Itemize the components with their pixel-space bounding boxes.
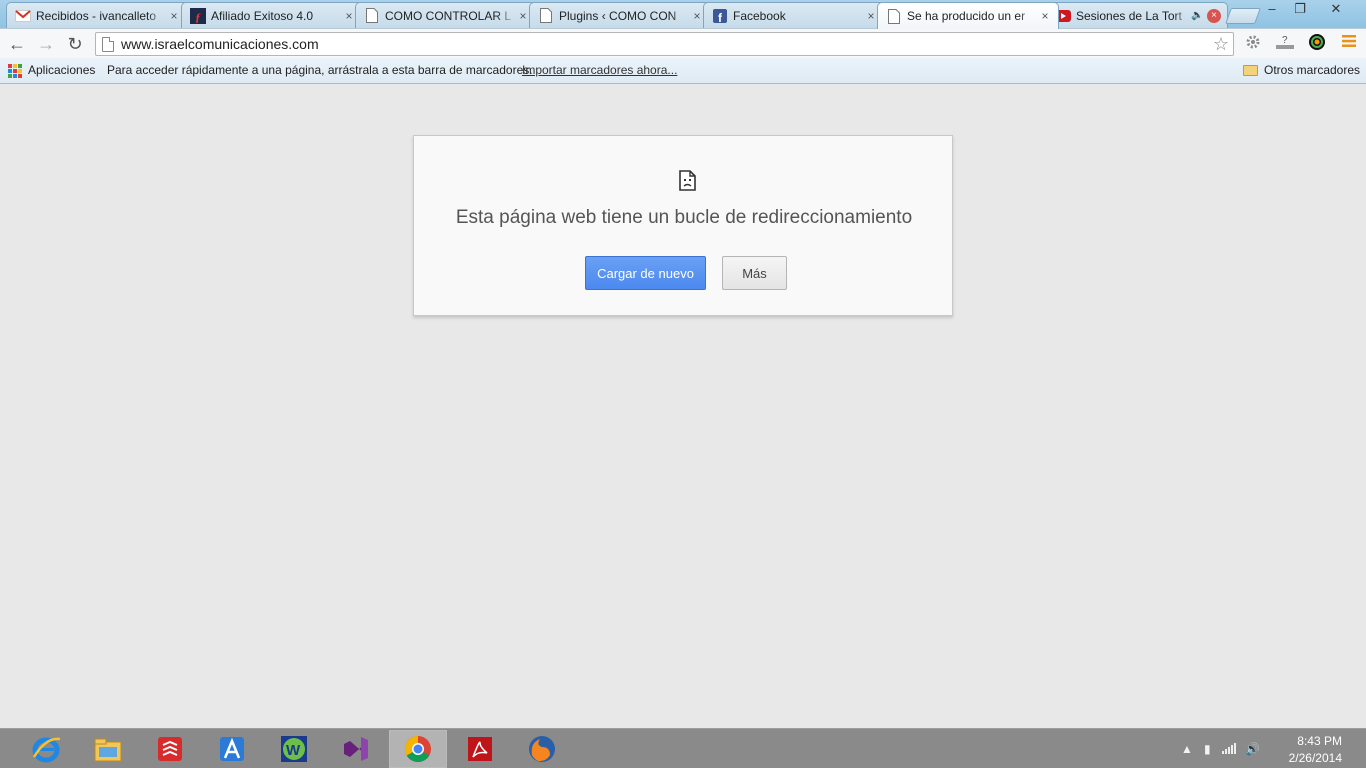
gmail-icon [15,8,31,24]
title-bar: Recibidos - ivancalleto × ƒ Afiliado Exi… [0,0,1366,29]
window-controls: – ❐ ✕ [1258,0,1358,20]
tab-title: Se ha producido un er [907,9,1026,23]
close-icon[interactable]: × [167,9,181,23]
extension-color-icon[interactable] [1306,33,1328,55]
tab-title: COMO CONTROLAR L [385,8,512,23]
restore-button[interactable]: ❐ [1286,0,1314,18]
address-bar[interactable]: www.israelcomunicaciones.com ☆ [95,32,1234,56]
extension-scale-icon[interactable]: ? [1274,33,1296,55]
reload-button[interactable]: ↻ [64,33,86,55]
apps-shortcut[interactable]: Aplicaciones [28,58,95,83]
windows-taskbar: W ▲ ▮ 🔊 8:43 PM 2/26/2014 [0,728,1366,768]
bookmarks-bar: Aplicaciones Para acceder rápidamente a … [0,58,1366,84]
apps-grid-icon [8,64,22,78]
close-icon[interactable]: × [1207,8,1221,23]
tab-error-active[interactable]: Se ha producido un er × [877,2,1059,29]
tab-title: Plugins ‹ COMO CON [559,8,677,23]
other-bookmarks[interactable]: Otros marcadores [1264,58,1360,83]
page-icon [364,8,380,24]
sad-page-icon [679,170,696,191]
webstorm-icon[interactable]: W [265,730,323,768]
reload-page-button[interactable]: Cargar de nuevo [585,256,706,290]
volume-icon[interactable]: 🔊 [1245,742,1260,756]
arch-icon[interactable] [203,730,261,768]
bookmark-star-icon[interactable]: ☆ [1213,33,1229,55]
tab-plugins[interactable]: Plugins ‹ COMO CON × [529,2,711,28]
tab-title: Facebook [733,8,786,23]
acrobat-icon[interactable] [451,730,509,768]
svg-text:?: ? [1282,35,1288,46]
forward-button[interactable]: → [35,33,57,55]
tab-title: Recibidos - ivancalleto [36,8,157,23]
browser-toolbar: ← → ↻ www.israelcomunicaciones.com ☆ ? [0,28,1366,58]
tab-title: Afiliado Exitoso 4.0 [211,8,314,23]
close-icon[interactable]: × [516,9,530,23]
facebook-icon: f [712,8,728,24]
page-content: Esta página web tiene un bucle de redire… [0,85,1366,728]
clock-time[interactable]: 8:43 PM [1297,734,1342,748]
page-icon [538,8,554,24]
visual-studio-icon[interactable] [327,730,385,768]
error-card: Esta página web tiene un bucle de redire… [413,135,953,316]
speaker-icon: 🔈 [1191,10,1204,21]
close-window-button[interactable]: ✕ [1314,0,1358,18]
close-icon[interactable]: × [342,9,356,23]
network-signal-icon[interactable] [1222,742,1236,757]
afiliado-icon: ƒ [190,7,206,24]
import-bookmarks-link[interactable]: Importar marcadores ahora... [522,58,677,83]
url-text: www.israelcomunicaciones.com [121,36,319,52]
error-heading: Esta página web tiene un bucle de redire… [455,207,913,228]
tab-strip: Recibidos - ivancalleto × ƒ Afiliado Exi… [6,2,1261,29]
new-tab-button[interactable] [1225,8,1261,24]
close-icon[interactable]: × [864,9,878,23]
more-details-button[interactable]: Más [722,256,787,290]
system-tray: ▲ ▮ 🔊 8:43 PM 2/26/2014 [1176,729,1366,768]
tab-facebook[interactable]: f Facebook × [703,2,885,28]
tab-como-controlar[interactable]: COMO CONTROLAR L × [355,2,537,28]
folder-icon [1243,65,1258,76]
tab-afiliado[interactable]: ƒ Afiliado Exitoso 4.0 × [181,2,363,28]
chrome-icon[interactable] [389,730,447,768]
minimize-button[interactable]: – [1258,0,1286,18]
page-icon [102,37,114,52]
tab-title: Sesiones de La Tort [1076,8,1182,23]
close-icon[interactable]: × [690,9,704,23]
svg-text:W: W [286,742,301,759]
show-hidden-icons-icon[interactable]: ▲ [1181,742,1193,756]
back-button[interactable]: ← [6,33,28,55]
tab-gmail[interactable]: Recibidos - ivancalleto × [6,2,188,28]
battery-icon[interactable]: ▮ [1204,742,1211,756]
internet-explorer-icon[interactable] [17,730,75,768]
extension-gear-icon[interactable] [1242,33,1264,55]
close-icon[interactable]: × [1038,9,1052,23]
page-icon [886,8,902,24]
file-explorer-icon[interactable] [79,730,137,768]
clock-date[interactable]: 2/26/2014 [1289,751,1342,765]
firefox-icon[interactable] [513,730,571,768]
svg-text:ƒ: ƒ [195,10,201,24]
todoist-icon[interactable] [141,730,199,768]
tab-youtube[interactable]: Sesiones de La Tort 🔈 × [1046,2,1228,28]
bookmarks-hint: Para acceder rápidamente a una página, a… [107,63,533,77]
chrome-menu-icon[interactable] [1338,33,1360,55]
